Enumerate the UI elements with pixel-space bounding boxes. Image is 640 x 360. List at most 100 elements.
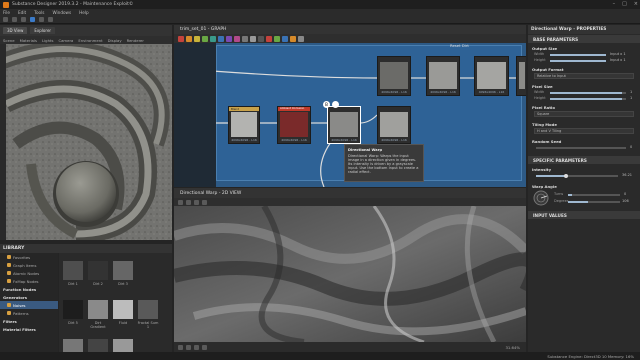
thumb-dirt-gradient[interactable] xyxy=(88,300,108,319)
graph-node-ambient-occlusion[interactable]: Ambient Occlusion 4096x4096 - L16 xyxy=(277,106,311,144)
section-base-parameters[interactable]: BASE PARAMETERS xyxy=(528,35,640,43)
thumb-fluid[interactable] xyxy=(113,300,133,319)
turns-value[interactable]: 0 xyxy=(624,192,626,196)
channel-toggle-icon[interactable] xyxy=(186,344,191,350)
publish-icon[interactable] xyxy=(30,17,35,22)
lib-item-graph-items[interactable]: Graph Items xyxy=(0,261,58,269)
minimize-icon[interactable]: – xyxy=(613,1,616,7)
graph-node[interactable]: 4096x4096 - L16 xyxy=(377,56,411,96)
output-size-height-value[interactable]: Input x 1 xyxy=(610,58,626,62)
pixel-size-height-value[interactable]: 1 xyxy=(630,96,632,100)
menu-tools[interactable]: Tools xyxy=(34,10,44,15)
pixel-ratio-dropdown[interactable]: Square xyxy=(534,111,634,117)
save-icon[interactable] xyxy=(21,17,26,22)
lib-item-favorites[interactable]: Favorites xyxy=(0,253,58,261)
thumb-fractal-sum-1[interactable] xyxy=(138,300,158,319)
tab-3d-view[interactable]: 3D View xyxy=(3,27,28,34)
v3d-menu-camera[interactable]: Camera xyxy=(58,38,73,43)
view2d-zoom[interactable]: 31.64% xyxy=(506,345,520,350)
open-folder-icon[interactable] xyxy=(12,17,17,22)
close-icon[interactable]: × xyxy=(634,1,638,7)
thumb-dirt-3[interactable] xyxy=(113,261,133,280)
node-tool-icon[interactable] xyxy=(250,35,256,42)
node-settings-icon[interactable] xyxy=(332,101,339,108)
slider-knob[interactable] xyxy=(564,174,568,178)
section-input-values[interactable]: INPUT VALUES xyxy=(528,211,640,219)
degrees-value[interactable]: 106 xyxy=(622,199,629,203)
tab-explorer[interactable]: Explorer xyxy=(30,27,56,34)
lib-item-fxmap-nodes[interactable]: FxMap Nodes xyxy=(0,277,58,285)
node-tool-icon[interactable] xyxy=(258,35,264,42)
random-seed-value[interactable]: 0 xyxy=(630,145,632,149)
tiling-mode-dropdown[interactable]: H and V Tiling xyxy=(534,128,634,134)
node-tool-icon[interactable] xyxy=(242,35,248,42)
lib-item-filters[interactable]: Filters xyxy=(0,317,58,325)
view2d-tool-icon[interactable] xyxy=(202,199,207,205)
graph-node-blend[interactable]: Blend 4096x4096 - L16 xyxy=(228,106,260,144)
degrees-slider[interactable] xyxy=(568,201,620,203)
menu-file[interactable]: File xyxy=(3,10,10,15)
v3d-menu-renderer[interactable]: Renderer xyxy=(127,38,144,43)
graph-node[interactable] xyxy=(516,56,526,96)
menu-help[interactable]: Help xyxy=(79,10,89,15)
node-tool-icon[interactable] xyxy=(186,35,192,42)
intensity-slider[interactable] xyxy=(536,174,618,178)
node-tool-icon[interactable] xyxy=(210,35,216,42)
lib-item-patterns[interactable]: Patterns xyxy=(0,309,58,317)
thumb-dirt-1[interactable] xyxy=(63,261,83,280)
new-file-icon[interactable] xyxy=(3,17,8,22)
graph-tab[interactable]: trim_set_01 - GRAPH xyxy=(180,27,226,32)
output-format-dropdown[interactable]: Relative to Input xyxy=(534,73,634,79)
view2d-tool-icon[interactable] xyxy=(178,199,183,205)
lib-item-function-nodes[interactable]: Function Nodes xyxy=(0,285,58,293)
view2d-tool-icon[interactable] xyxy=(186,199,191,205)
node-tool-icon[interactable] xyxy=(226,35,232,42)
node-tool-icon[interactable] xyxy=(218,35,224,42)
undo-icon[interactable] xyxy=(39,17,44,22)
maximize-icon[interactable]: □ xyxy=(622,1,627,7)
node-tool-icon[interactable] xyxy=(202,35,208,42)
intensity-value[interactable]: 36.21 xyxy=(622,173,632,177)
node-tool-icon[interactable] xyxy=(290,35,296,42)
graph-node-directional-warp[interactable]: 4096x4096 - L16 xyxy=(327,106,361,144)
graph-node[interactable]: 4096x4096 - L16 xyxy=(377,106,411,144)
channel-toggle-icon[interactable] xyxy=(178,344,183,350)
node-tool-icon[interactable] xyxy=(282,35,288,42)
node-tool-icon[interactable] xyxy=(274,35,280,42)
view3d-viewport[interactable] xyxy=(6,44,172,240)
node-tool-icon[interactable] xyxy=(266,35,272,42)
graph-node[interactable]: 4096x4096 - L16 xyxy=(426,56,460,96)
pixel-size-width-slider[interactable] xyxy=(550,92,626,94)
menu-edit[interactable]: Edit xyxy=(18,10,26,15)
random-seed-slider[interactable] xyxy=(536,147,626,149)
view2d-viewport[interactable] xyxy=(174,206,526,342)
output-size-height-slider[interactable] xyxy=(550,60,606,62)
lib-item-noises[interactable]: Noises xyxy=(0,301,58,309)
thumb-dirt-2[interactable] xyxy=(88,261,108,280)
v3d-menu-lights[interactable]: Lights xyxy=(42,38,53,43)
turns-slider[interactable] xyxy=(568,194,620,196)
node-tool-icon[interactable] xyxy=(298,35,304,42)
node-tool-icon[interactable] xyxy=(234,35,240,42)
v3d-menu-environment[interactable]: Environment xyxy=(78,38,102,43)
v3d-menu-materials[interactable]: Materials xyxy=(20,38,37,43)
pixel-size-width-value[interactable]: 1 xyxy=(630,90,632,94)
node-tool-icon[interactable] xyxy=(178,35,184,42)
view2d-tool-icon[interactable] xyxy=(194,199,199,205)
graph-node[interactable]: 4096x4096 - L16 xyxy=(474,56,509,96)
lib-item-atomic-nodes[interactable]: Atomic Nodes xyxy=(0,269,58,277)
node-badge-b-icon[interactable]: B xyxy=(323,101,330,108)
menu-windows[interactable]: Windows xyxy=(52,10,71,15)
channel-toggle-icon[interactable] xyxy=(194,344,199,350)
v3d-menu-display[interactable]: Display xyxy=(108,38,122,43)
pixel-size-height-slider[interactable] xyxy=(550,98,626,100)
node-tool-icon[interactable] xyxy=(194,35,200,42)
lib-item-material-filters[interactable]: Material Filters xyxy=(0,325,58,333)
thumb-dirt-5[interactable] xyxy=(63,300,83,319)
v3d-menu-scene[interactable]: Scene xyxy=(3,38,15,43)
output-size-width-slider[interactable] xyxy=(550,54,606,56)
redo-icon[interactable] xyxy=(48,17,53,22)
channel-toggle-icon[interactable] xyxy=(202,344,207,350)
section-specific-parameters[interactable]: SPECIFIC PARAMETERS xyxy=(528,156,640,164)
output-size-width-value[interactable]: Input x 1 xyxy=(610,52,626,56)
